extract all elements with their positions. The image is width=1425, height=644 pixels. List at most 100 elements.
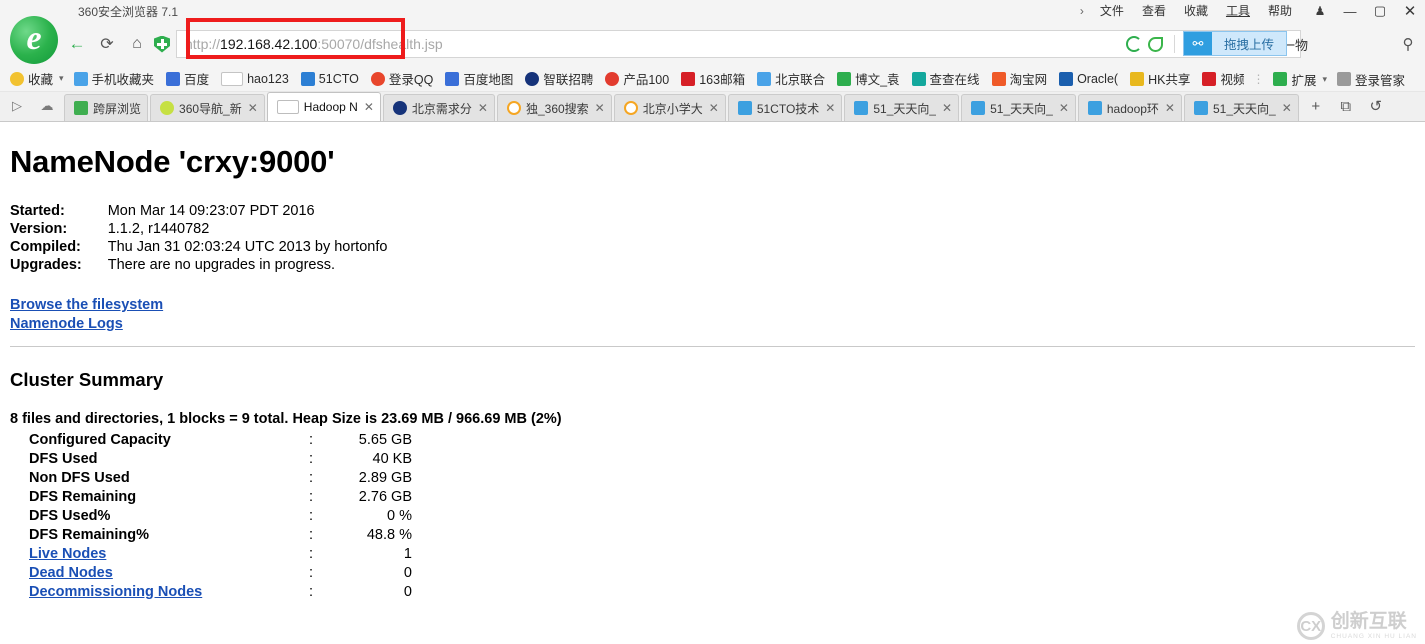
tab-360sousuo[interactable]: 独_360搜索 ✕ (496, 94, 612, 121)
back-button[interactable]: ← (62, 30, 92, 58)
search-icon[interactable]: ⚲ (1391, 30, 1425, 58)
tab-favicon-icon (737, 101, 752, 115)
window-title-bar: 360安全浏览器 7.1 › 文件 查看 收藏 工具 帮助 ♟ — ▢ ✕ (0, 0, 1425, 22)
bookmark-item[interactable]: 百度地图 (445, 69, 513, 88)
stat-label: Non DFS Used (29, 469, 130, 486)
maximize-icon[interactable]: ▢ (1365, 0, 1395, 22)
extensions-button[interactable]: 扩展 (1273, 70, 1316, 89)
bookmark-item[interactable]: 51CTO (300, 71, 359, 86)
tab-close-icon[interactable]: ✕ (364, 100, 374, 114)
bookmark-item[interactable]: 博文_袁 (837, 69, 900, 88)
bookmark-item[interactable]: 产品100 (605, 69, 669, 88)
bookmark-item[interactable]: 淘宝网 (991, 69, 1047, 88)
tab-close-icon[interactable]: ✕ (942, 101, 952, 115)
restore-tab-icon[interactable]: ⧉ (1331, 92, 1361, 121)
tab-hadoop-active[interactable]: Hadoop N ✕ (266, 92, 381, 121)
tab-bar: ▷ ☁ 跨屏浏览 360导航_新 ✕ Hadoop N ✕ 北京需求分 ✕ 独_360… (0, 92, 1425, 122)
tab-close-icon[interactable]: ✕ (709, 101, 719, 115)
reload-button[interactable]: ⟳ (92, 30, 122, 58)
undo-close-tab-icon[interactable]: ↺ (1361, 92, 1391, 121)
close-icon[interactable]: ✕ (1395, 0, 1425, 22)
cloud-icon[interactable]: ☁ (32, 92, 62, 121)
stat-value: 0 (403, 583, 412, 600)
section-divider (10, 346, 1415, 347)
tab-beijing-xiaoxue[interactable]: 北京小学大 ✕ (613, 94, 726, 121)
minimize-icon[interactable]: — (1335, 0, 1365, 22)
tab-51-tiantian-2[interactable]: 51_天天向_ ✕ (961, 94, 1076, 121)
menu-item-help[interactable]: 帮助 (1259, 0, 1301, 22)
home-button[interactable]: ⌂ (122, 30, 152, 58)
bookmark-item[interactable]: 手机收藏夹 (73, 69, 154, 88)
play-icon[interactable]: ▷ (2, 92, 32, 121)
menu-item-file[interactable]: 文件 (1091, 0, 1133, 22)
tab-beijing-xuqiu[interactable]: 北京需求分 ✕ (382, 94, 495, 121)
stat-separator: : (309, 488, 314, 505)
tab-close-icon[interactable]: ✕ (248, 101, 258, 115)
table-row: DFS Used : 40 KB (10, 449, 412, 468)
tab-360nav[interactable]: 360导航_新 ✕ (150, 94, 265, 121)
bookmark-item[interactable]: 查查在线 (911, 69, 980, 88)
menu-expand-chevron-icon[interactable]: › (1073, 0, 1091, 22)
link-decommissioning-nodes[interactable]: Decommissioning Nodes (29, 584, 202, 600)
tab-close-icon[interactable]: ✕ (478, 101, 488, 115)
tab-close-icon[interactable]: ✕ (1282, 101, 1292, 115)
bookmark-favicon-icon (370, 71, 385, 86)
bookmark-item[interactable]: 登录QQ (370, 69, 434, 88)
tab-kuaping[interactable]: 跨屏浏览 (64, 94, 149, 121)
bookmark-label: 百度地图 (463, 73, 514, 87)
bookmark-favicon-icon (166, 71, 181, 86)
bookmark-item[interactable]: Oracle( (1059, 71, 1118, 86)
link-browse-filesystem[interactable]: Browse the filesystem (10, 296, 1415, 315)
extensions-label: 扩展 (1291, 73, 1317, 88)
menu-item-tools[interactable]: 工具 (1217, 0, 1259, 22)
tab-hadoop-huan[interactable]: hadoop环 ✕ (1077, 94, 1182, 121)
bookmark-item[interactable]: HK共享 (1130, 69, 1190, 88)
tab-bar-right-controls: + ⧉ ↺ (1301, 92, 1391, 121)
tab-close-icon[interactable]: ✕ (595, 101, 605, 115)
tab-close-icon[interactable]: ✕ (825, 101, 835, 115)
page-content: NameNode 'crxy:9000' Started: Mon Mar 14… (0, 122, 1425, 644)
table-row: Dead Nodes : 0 (10, 563, 412, 582)
tab-favicon-icon (74, 101, 88, 115)
address-bar-container: http://192.168.42.100:50070/dfshealth.js… (176, 18, 1425, 59)
bookmark-item[interactable]: 智联招聘 (525, 69, 593, 88)
tab-label: 51_天天向_ (990, 101, 1053, 116)
security-shield-icon[interactable] (154, 35, 170, 53)
bookmark-item[interactable]: hao123 (221, 71, 289, 86)
leaf-mode-icon[interactable] (1147, 36, 1163, 52)
skin-icon[interactable]: ♟ (1305, 0, 1335, 22)
page-refresh-icon[interactable] (1125, 36, 1142, 52)
bookmark-item[interactable]: 百度 (166, 69, 209, 88)
bookmarks-bar: 收藏 ▾ 手机收藏夹 百度 hao123 51CTO 登录QQ 百度地图 智联招… (0, 66, 1425, 92)
drag-upload-widget[interactable]: ⚯ 拖拽上传 (1182, 31, 1287, 56)
bookmarks-caret-icon[interactable]: ▾ (59, 73, 64, 84)
new-tab-icon[interactable]: + (1301, 92, 1331, 121)
page-title: NameNode 'crxy:9000' (10, 144, 335, 179)
tab-51-tiantian-3[interactable]: 51_天天向_ ✕ (1183, 94, 1299, 121)
info-value: Mon Mar 14 09:23:07 PDT 2016 (107, 203, 315, 219)
bookmark-label: 登录QQ (388, 73, 434, 87)
bookmark-item[interactable]: 163邮箱 (681, 69, 745, 88)
tab-close-icon[interactable]: ✕ (1059, 101, 1069, 115)
link-live-nodes[interactable]: Live Nodes (29, 546, 106, 562)
extensions-caret-icon[interactable]: ▾ (1322, 74, 1327, 85)
namenode-info-table: Started: Mon Mar 14 09:23:07 PDT 2016 Ve… (10, 202, 387, 274)
login-manager-button[interactable]: 登录管家 (1336, 70, 1405, 89)
bookmark-favorites-root[interactable]: 收藏 (10, 69, 53, 88)
bookmark-label: 产品100 (623, 73, 670, 87)
tab-51cto[interactable]: 51CTO技术 ✕ (727, 94, 843, 121)
tab-close-icon[interactable]: ✕ (1165, 101, 1175, 115)
link-namenode-logs[interactable]: Namenode Logs (10, 315, 1415, 334)
tab-favicon-icon (506, 101, 521, 115)
drag-handle-icon[interactable]: ⋮ (1244, 72, 1273, 86)
tab-51-tiantian-1[interactable]: 51_天天向_ ✕ (844, 94, 960, 121)
table-row: DFS Remaining : 2.76 GB (10, 487, 412, 506)
menu-item-view[interactable]: 查看 (1133, 0, 1175, 22)
stat-value: 1 (403, 545, 412, 562)
tab-label: 北京小学大 (642, 101, 703, 116)
stat-separator: : (309, 450, 314, 467)
link-dead-nodes[interactable]: Dead Nodes (29, 565, 113, 581)
bookmark-item[interactable]: 北京联合 (757, 69, 825, 88)
menu-item-favorites[interactable]: 收藏 (1175, 0, 1217, 22)
stat-value: 5.65 GB (358, 431, 412, 448)
